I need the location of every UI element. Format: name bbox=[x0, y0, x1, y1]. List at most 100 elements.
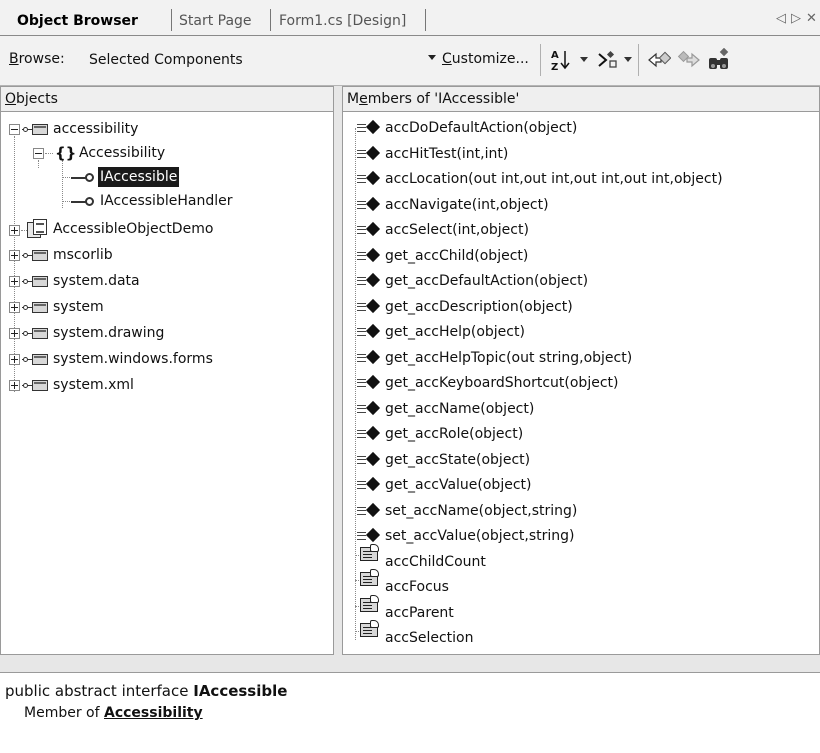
member-item[interactable]: get_accDefaultAction(object) bbox=[385, 269, 588, 293]
member-item[interactable]: get_accChild(object) bbox=[385, 244, 528, 268]
tree-item-label: system.data bbox=[53, 273, 140, 289]
tab-start-page[interactable]: Start Page bbox=[179, 9, 252, 33]
member-item[interactable]: accLocation(out int,out int,out int,out … bbox=[385, 167, 723, 191]
close-tab-icon[interactable]: ✕ bbox=[806, 10, 817, 28]
tree-item-label: system.drawing bbox=[53, 325, 165, 341]
document-tab-strip: Object Browser Start Page Form1.cs [Desi… bbox=[0, 0, 820, 36]
method-icon bbox=[357, 374, 383, 390]
method-icon bbox=[357, 400, 383, 416]
tree-item-system-windows-forms[interactable]: system.windows.forms bbox=[53, 347, 213, 371]
scroll-tabs-right-icon[interactable]: ▷ bbox=[791, 10, 801, 28]
member-item[interactable]: accChildCount bbox=[385, 550, 486, 574]
method-icon bbox=[357, 221, 383, 237]
binoculars-icon[interactable] bbox=[707, 48, 731, 72]
expand-icon[interactable] bbox=[9, 354, 20, 365]
browse-label-rest: rowse: bbox=[18, 51, 65, 67]
toolbar-separator bbox=[638, 44, 639, 76]
expand-icon[interactable] bbox=[9, 302, 20, 313]
namespace-icon bbox=[22, 328, 50, 340]
member-item[interactable]: get_accState(object) bbox=[385, 448, 530, 472]
member-label: get_accValue(object) bbox=[385, 477, 532, 493]
member-item[interactable]: get_accHelpTopic(out string,object) bbox=[385, 346, 632, 370]
tab-separator bbox=[171, 9, 172, 31]
member-label: get_accHelpTopic(out string,object) bbox=[385, 350, 633, 366]
member-item[interactable]: set_accValue(object,string) bbox=[385, 524, 575, 548]
method-icon bbox=[357, 349, 383, 365]
namespace-icon bbox=[22, 276, 50, 288]
tree-item-system-drawing[interactable]: system.drawing bbox=[53, 321, 164, 345]
member-of-label: Member of bbox=[24, 705, 104, 721]
tree-item-mscorlib[interactable]: mscorlib bbox=[53, 243, 113, 267]
tree-item-iaccessible[interactable]: IAccessible bbox=[98, 165, 218, 189]
member-item[interactable]: get_accDescription(object) bbox=[385, 295, 573, 319]
tree-item-system-data[interactable]: system.data bbox=[53, 269, 140, 293]
declaration-text: public abstract interface IAccessible bbox=[5, 682, 287, 700]
sort-az-icon[interactable]: A Z bbox=[549, 48, 573, 72]
members-header-rest: mbers of 'IAccessible' bbox=[367, 91, 520, 107]
member-item[interactable]: accSelect(int,object) bbox=[385, 218, 529, 242]
collapse-icon[interactable] bbox=[9, 124, 20, 135]
tree-item-accessibility[interactable]: accessibility bbox=[53, 117, 138, 141]
tree-item-accessibleobjectdemo[interactable]: AccessibleObjectDemo bbox=[53, 217, 213, 241]
property-icon bbox=[358, 544, 382, 562]
member-label: accFocus bbox=[385, 579, 449, 595]
method-icon bbox=[357, 272, 383, 288]
browse-label: Browse: bbox=[9, 51, 65, 67]
member-label: accChildCount bbox=[385, 554, 486, 570]
tab-form1-design[interactable]: Form1.cs [Design] bbox=[279, 9, 406, 33]
member-label: get_accHelp(object) bbox=[385, 324, 525, 340]
member-item[interactable]: accDoDefaultAction(object) bbox=[385, 116, 577, 140]
tree-item-accessibility-class[interactable]: Accessibility bbox=[79, 141, 165, 165]
namespace-icon bbox=[22, 380, 50, 392]
member-item[interactable]: get_accValue(object) bbox=[385, 473, 531, 497]
expand-icon[interactable] bbox=[9, 276, 20, 287]
horizontal-splitter[interactable] bbox=[0, 655, 820, 673]
filter-dropdown-arrow-icon[interactable] bbox=[624, 57, 632, 62]
member-item[interactable]: accNavigate(int,object) bbox=[385, 193, 549, 217]
tree-connector bbox=[355, 128, 356, 640]
member-item[interactable]: get_accRole(object) bbox=[385, 422, 523, 446]
member-item[interactable]: get_accKeyboardShortcut(object) bbox=[385, 371, 618, 395]
expand-icon[interactable] bbox=[9, 225, 20, 236]
member-label: get_accState(object) bbox=[385, 452, 531, 468]
member-label: get_accKeyboardShortcut(object) bbox=[385, 375, 619, 391]
member-label: accSelection bbox=[385, 630, 474, 646]
member-label: accNavigate(int,object) bbox=[385, 197, 549, 213]
tree-connector bbox=[45, 153, 53, 154]
method-icon bbox=[357, 502, 383, 518]
tree-item-label-selected: IAccessible bbox=[98, 167, 180, 187]
tree-item-system-xml[interactable]: system.xml bbox=[53, 373, 134, 397]
members-list[interactable]: accDoDefaultAction(object) accHitTest(in… bbox=[342, 112, 820, 655]
sort-dropdown-arrow-icon[interactable] bbox=[580, 57, 588, 62]
dropdown-arrow-icon[interactable] bbox=[428, 55, 436, 60]
member-item[interactable]: accFocus bbox=[385, 575, 449, 599]
method-icon bbox=[357, 145, 383, 161]
tree-item-system[interactable]: system bbox=[53, 295, 104, 319]
tree-connector bbox=[38, 160, 39, 168]
tree-item-iaccessiblehandler[interactable]: IAccessibleHandler bbox=[100, 189, 232, 213]
method-icon bbox=[357, 323, 383, 339]
member-item[interactable]: accHitTest(int,int) bbox=[385, 142, 508, 166]
browse-scope-dropdown[interactable]: Selected Components bbox=[86, 48, 438, 72]
members-filter-icon[interactable] bbox=[596, 48, 620, 72]
expand-icon[interactable] bbox=[9, 328, 20, 339]
scroll-tabs-left-icon[interactable]: ◁ bbox=[776, 10, 786, 28]
declaration-prefix: public abstract interface bbox=[5, 682, 194, 700]
objects-tree[interactable]: accessibility {} Accessibility IAccessib… bbox=[0, 112, 334, 655]
member-of-link[interactable]: Accessibility bbox=[104, 705, 203, 721]
back-icon[interactable] bbox=[647, 48, 671, 72]
expand-icon[interactable] bbox=[9, 250, 20, 261]
member-item[interactable]: accSelection bbox=[385, 626, 474, 650]
member-item[interactable]: accParent bbox=[385, 601, 454, 625]
member-item[interactable]: set_accName(object,string) bbox=[385, 499, 577, 523]
tab-object-browser[interactable]: Object Browser bbox=[17, 9, 138, 33]
expand-icon[interactable] bbox=[9, 380, 20, 391]
vertical-splitter[interactable] bbox=[334, 86, 342, 656]
forward-icon[interactable] bbox=[677, 48, 701, 72]
member-item[interactable]: get_accName(object) bbox=[385, 397, 534, 421]
member-label: set_accName(object,string) bbox=[385, 503, 578, 519]
member-item[interactable]: get_accHelp(object) bbox=[385, 320, 525, 344]
collapse-icon[interactable] bbox=[33, 148, 44, 159]
objects-pane-header: Objects bbox=[0, 86, 334, 112]
customize-button[interactable]: Customize... bbox=[442, 51, 529, 67]
